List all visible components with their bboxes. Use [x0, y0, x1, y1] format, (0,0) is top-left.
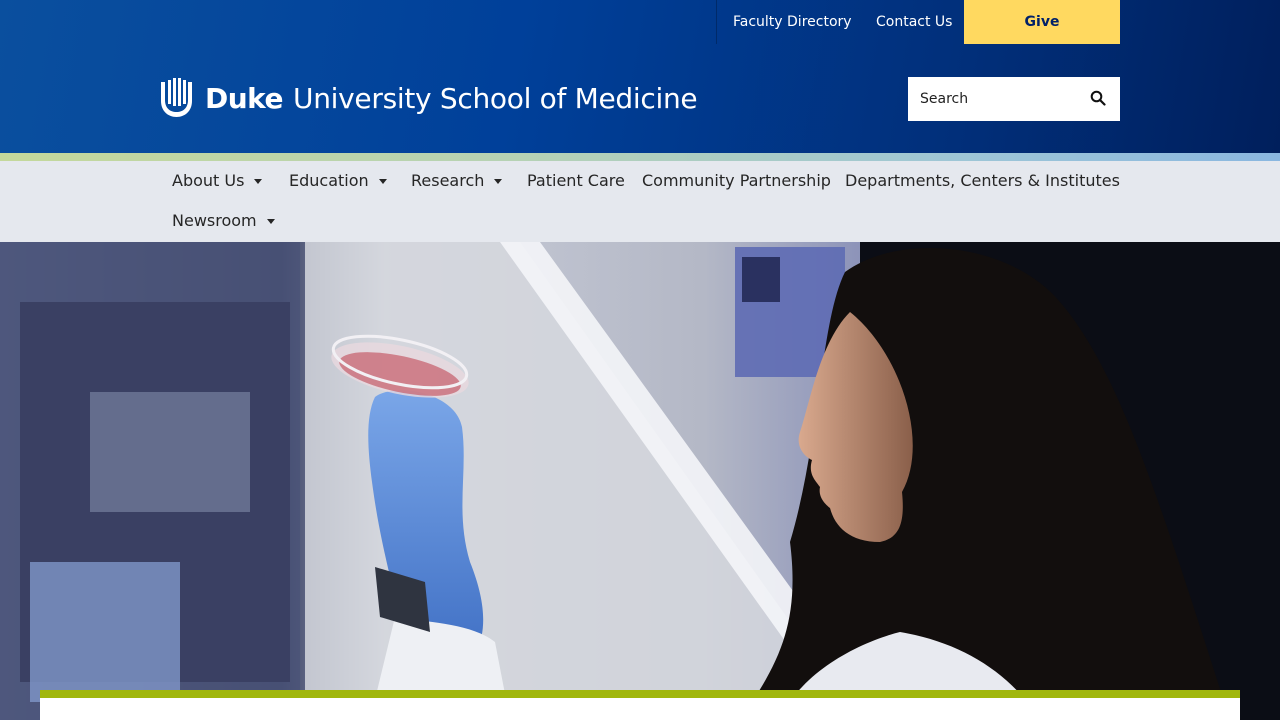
search-icon[interactable] — [1090, 90, 1106, 106]
nav-item-label: Education — [289, 171, 369, 190]
nav-item-label: Community Partnership — [642, 171, 831, 190]
header-accent-bar — [0, 153, 1280, 161]
nav-item-newsroom[interactable]: Newsroom — [172, 201, 275, 241]
nav-item-education[interactable]: Education — [289, 161, 387, 201]
nav-item-label: About Us — [172, 171, 245, 190]
nav-item-label: Newsroom — [172, 211, 257, 230]
search-box — [908, 77, 1120, 121]
nav-item-about-us[interactable]: About Us — [172, 161, 263, 201]
utility-bar: Faculty Directory Contact Us Give — [0, 0, 1280, 44]
duke-chapel-logo-icon — [161, 78, 192, 117]
nav-item-label: Research — [411, 171, 485, 190]
nav-item-patient-care[interactable]: Patient Care — [527, 161, 625, 201]
content-card — [40, 690, 1240, 720]
contact-us-link[interactable]: Contact Us — [876, 0, 952, 44]
site-header: Faculty Directory Contact Us Give Duke U… — [0, 0, 1280, 153]
main-navigation: About Us Education Research Patient Care… — [0, 161, 1280, 242]
caret-down-icon — [378, 179, 387, 184]
hero-image — [0, 242, 1280, 720]
nav-item-community-partnership[interactable]: Community Partnership — [642, 161, 831, 201]
give-button[interactable]: Give — [964, 0, 1120, 44]
nav-item-departments[interactable]: Departments, Centers & Institutes — [845, 161, 1120, 201]
nav-item-label: Departments, Centers & Institutes — [845, 171, 1120, 190]
faculty-directory-link[interactable]: Faculty Directory — [733, 0, 852, 44]
utility-divider — [716, 0, 717, 44]
caret-down-icon — [266, 219, 275, 224]
brand-name-duke: Duke — [205, 81, 284, 115]
nav-item-research[interactable]: Research — [411, 161, 503, 201]
hero-lab-scene — [0, 242, 1280, 720]
site-logo-link[interactable]: Duke University School of Medicine — [160, 78, 698, 118]
brand-name-school: University School of Medicine — [293, 81, 698, 115]
nav-item-label: Patient Care — [527, 171, 625, 190]
search-input[interactable] — [908, 79, 1078, 119]
caret-down-icon — [494, 179, 503, 184]
caret-down-icon — [254, 179, 263, 184]
